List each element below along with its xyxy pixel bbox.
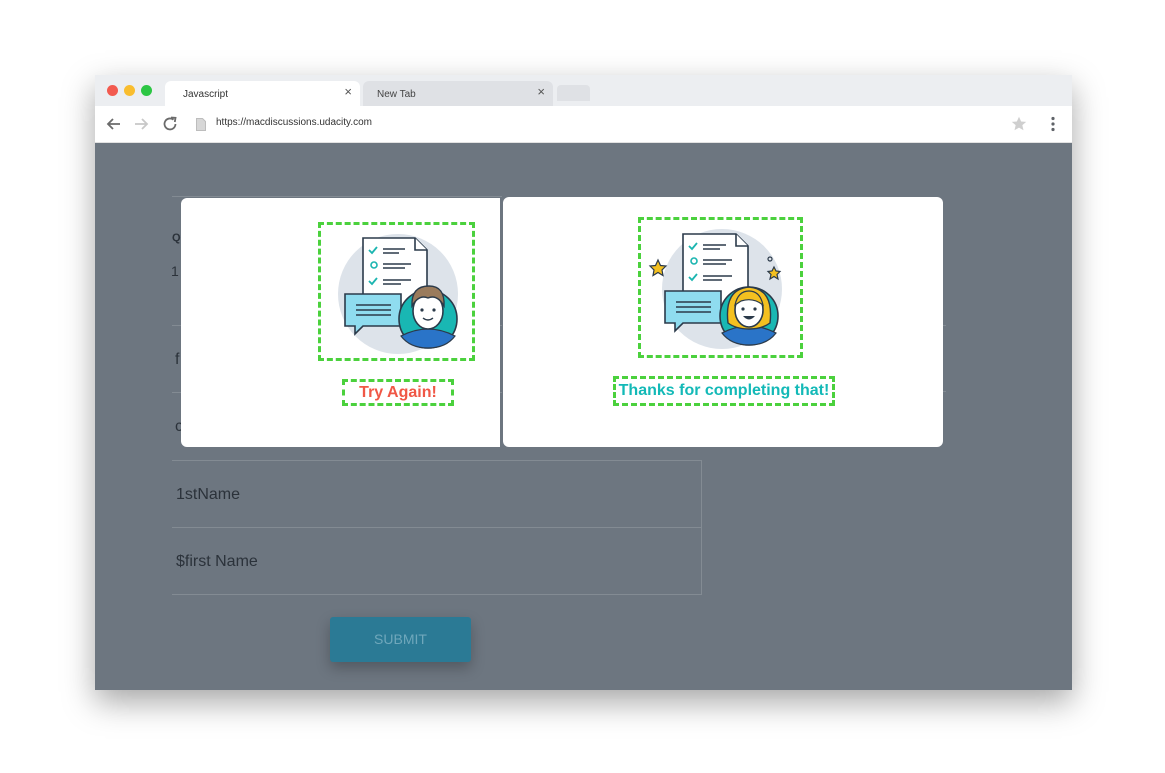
try-again-modal: Try Again! (181, 198, 500, 447)
submit-button[interactable]: SUBMIT (330, 617, 471, 662)
tab-close-icon[interactable]: × (537, 85, 545, 99)
address-bar[interactable]: https://macdiscussions.udacity.com (216, 117, 372, 128)
back-arrow-icon[interactable] (104, 114, 124, 134)
tab-javascript[interactable]: Javascript × (165, 81, 360, 106)
divider (172, 527, 702, 528)
divider (701, 460, 702, 595)
tab-new-tab[interactable]: New Tab × (363, 81, 553, 106)
question-label: Q (172, 232, 181, 244)
minimize-window-button[interactable] (124, 85, 135, 96)
divider (172, 460, 702, 461)
page-content: Q 1 f c 1stName $first Name SUBMIT Try A… (95, 142, 1072, 690)
browser-window: Javascript × New Tab × https://macdiscus… (95, 75, 1072, 690)
reload-icon[interactable] (160, 114, 180, 134)
tab-strip: Javascript × New Tab × (95, 75, 1072, 106)
menu-kebab-icon[interactable] (1044, 115, 1062, 133)
divider (172, 196, 502, 197)
question-text: 1 (171, 263, 179, 279)
thanks-modal: Thanks for completing that! (503, 197, 943, 447)
divider (943, 325, 946, 326)
close-window-button[interactable] (107, 85, 118, 96)
maximize-window-button[interactable] (141, 85, 152, 96)
option-3[interactable]: 1stName (176, 486, 240, 504)
new-tab-button[interactable] (557, 85, 590, 101)
tab-title: New Tab (377, 89, 416, 100)
tab-close-icon[interactable]: × (344, 85, 352, 99)
quiz-feedback-female-icon (648, 229, 782, 349)
page-icon (196, 118, 206, 131)
toolbar: https://macdiscussions.udacity.com (95, 106, 1072, 143)
divider (943, 391, 946, 392)
forward-arrow-icon[interactable] (131, 114, 151, 134)
option-1[interactable]: f (175, 351, 179, 369)
quiz-feedback-male-icon (338, 234, 458, 354)
try-again-message: Try Again! (359, 384, 437, 401)
divider (172, 594, 702, 595)
bookmark-star-icon[interactable] (1010, 115, 1028, 133)
tab-title: Javascript (183, 89, 229, 100)
option-4[interactable]: $first Name (176, 553, 258, 571)
thanks-message: Thanks for completing that! (618, 382, 830, 399)
